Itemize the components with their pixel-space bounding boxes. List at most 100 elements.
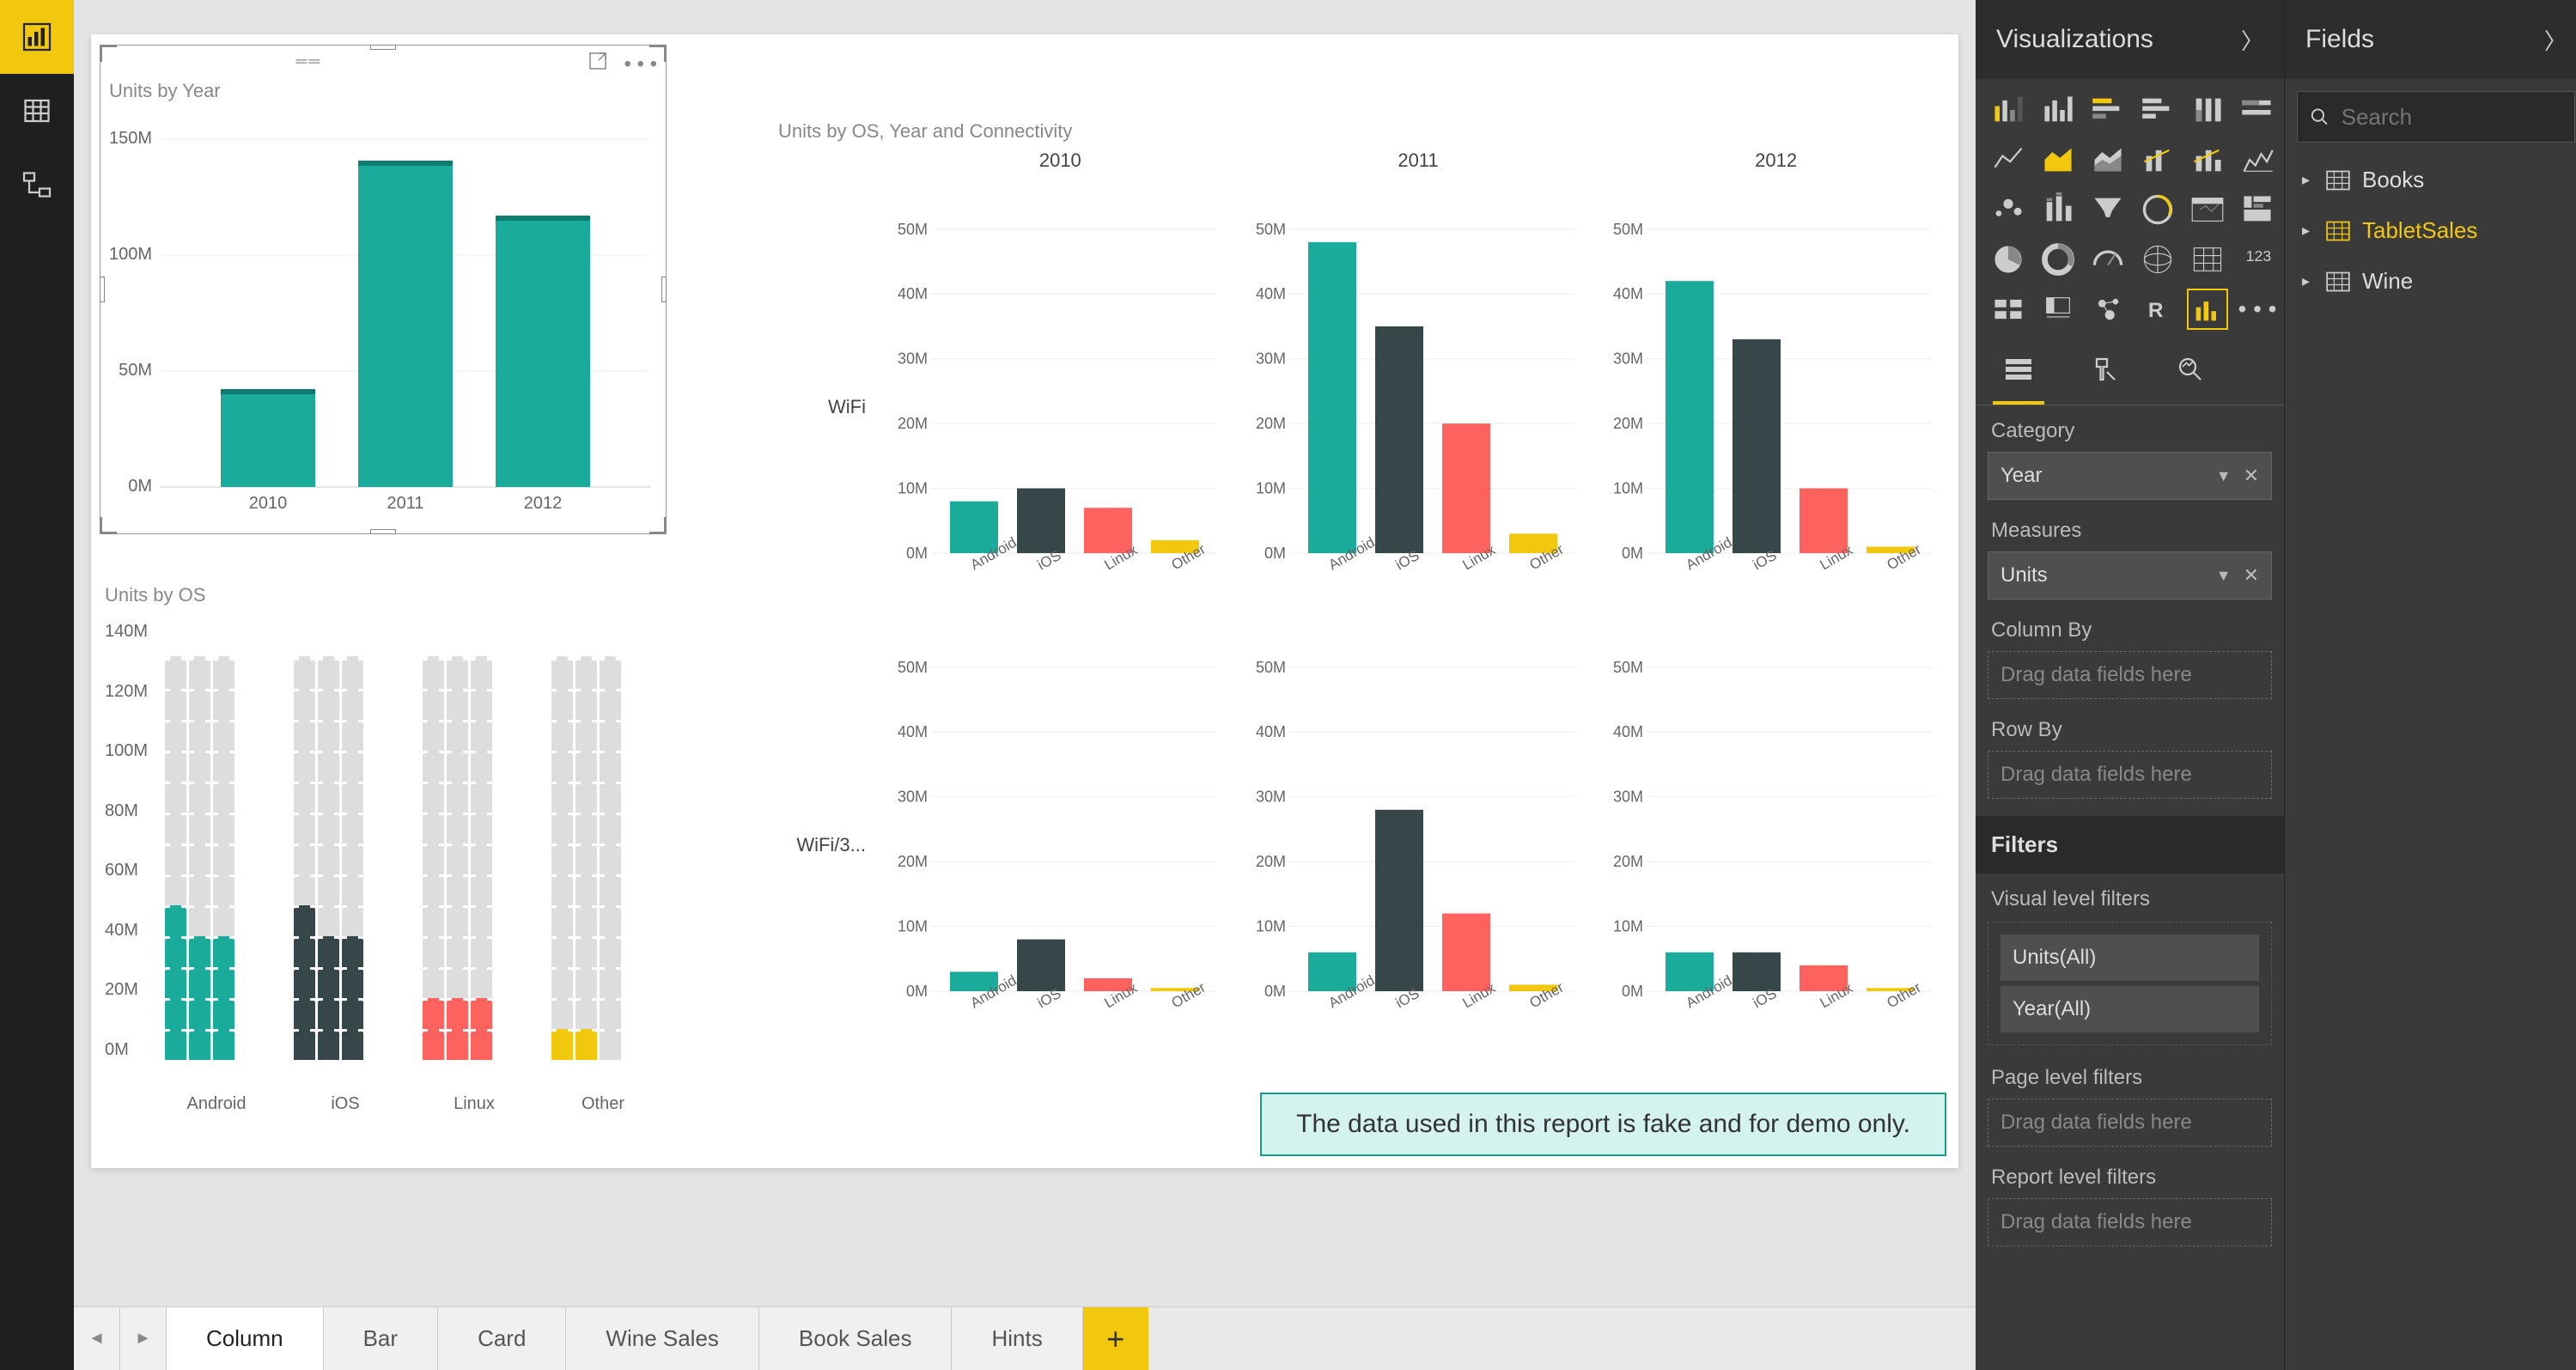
collapse-pane-icon[interactable]: 〉 bbox=[2241, 24, 2263, 56]
row-by-dropzone[interactable]: Drag data fields here bbox=[1988, 751, 2272, 799]
visual-filters-label: Visual level filters bbox=[1976, 874, 2284, 915]
report-filters-dropzone[interactable]: Drag data fields here bbox=[1988, 1198, 2272, 1246]
svg-text:123: 123 bbox=[2246, 247, 2272, 265]
page-tab[interactable]: Card bbox=[438, 1307, 566, 1370]
page-tab[interactable]: Book Sales bbox=[759, 1307, 953, 1370]
svg-text:20M: 20M bbox=[1613, 853, 1643, 870]
remove-field-icon[interactable]: ✕ bbox=[2244, 465, 2259, 487]
tab-next[interactable]: ► bbox=[120, 1307, 167, 1370]
tab-prev[interactable]: ◄ bbox=[74, 1307, 120, 1370]
format-tab[interactable] bbox=[2079, 342, 2130, 405]
svg-text:20M: 20M bbox=[898, 853, 928, 870]
chevron-down-icon[interactable]: ▼ bbox=[2216, 567, 2232, 585]
viz-type-button[interactable] bbox=[2237, 139, 2278, 180]
drag-handle-icon[interactable]: ══ bbox=[295, 52, 321, 70]
chevron-down-icon[interactable]: ▼ bbox=[2216, 467, 2232, 485]
table-item[interactable]: ▸ Books bbox=[2285, 155, 2576, 205]
filter-year[interactable]: Year(All) bbox=[2001, 986, 2259, 1032]
table-icon bbox=[2326, 221, 2350, 241]
svg-text:0M: 0M bbox=[1622, 983, 1643, 1000]
nav-model-view[interactable] bbox=[0, 148, 74, 222]
search-input[interactable] bbox=[2342, 104, 2562, 131]
viz-type-button[interactable] bbox=[2187, 239, 2228, 280]
fields-tab[interactable] bbox=[1993, 342, 2044, 405]
page-filters-dropzone[interactable]: Drag data fields here bbox=[1988, 1099, 2272, 1147]
viz-type-button[interactable] bbox=[2137, 139, 2178, 180]
viz-type-button[interactable] bbox=[2087, 189, 2128, 230]
page-tab[interactable]: Wine Sales bbox=[566, 1307, 759, 1370]
viz-type-button[interactable] bbox=[2087, 89, 2128, 131]
viz-type-button[interactable] bbox=[2087, 239, 2128, 280]
table-item[interactable]: ▸ TabletSales bbox=[2285, 205, 2576, 256]
viz-units-by-year[interactable]: ══ • • • Units by Year 0M 50M 100M 150M bbox=[100, 45, 667, 534]
collapse-pane-icon[interactable]: 〉 bbox=[2544, 24, 2567, 56]
measures-well[interactable]: Units▼✕ bbox=[1988, 551, 2272, 600]
expand-icon[interactable]: ▸ bbox=[2302, 171, 2314, 189]
viz-type-button[interactable] bbox=[1988, 239, 2029, 280]
disclaimer-textbox: The data used in this report is fake and… bbox=[1260, 1093, 1946, 1156]
svg-text:40M: 40M bbox=[898, 285, 928, 302]
svg-text:2011: 2011 bbox=[387, 494, 423, 513]
expand-icon[interactable]: ▸ bbox=[2302, 272, 2314, 290]
page-tab[interactable]: Column bbox=[167, 1307, 324, 1370]
viz-type-button[interactable] bbox=[2087, 139, 2128, 180]
filter-units[interactable]: Units(All) bbox=[2001, 935, 2259, 981]
viz-type-button[interactable] bbox=[2237, 89, 2278, 131]
viz-type-button[interactable] bbox=[2037, 289, 2079, 330]
page-tab[interactable]: Hints bbox=[952, 1307, 1082, 1370]
viz-units-by-os[interactable]: Units by OS 0M 20M 40M 60M 80M 100M 120M… bbox=[105, 584, 758, 1134]
svg-text:40M: 40M bbox=[1613, 285, 1643, 302]
focus-mode-icon[interactable] bbox=[588, 51, 608, 77]
svg-text:30M: 30M bbox=[1613, 789, 1643, 806]
viz-type-button[interactable] bbox=[2037, 89, 2079, 131]
viz-type-button[interactable] bbox=[2087, 289, 2128, 330]
viz-type-button[interactable] bbox=[2037, 189, 2079, 230]
svg-text:0M: 0M bbox=[128, 477, 152, 496]
viz-type-button[interactable] bbox=[2187, 89, 2228, 131]
svg-text:100M: 100M bbox=[109, 245, 152, 264]
add-page-button[interactable]: + bbox=[1083, 1307, 1148, 1370]
viz-type-button[interactable]: R bbox=[2137, 289, 2178, 330]
svg-text:Other: Other bbox=[1169, 979, 1209, 1012]
remove-field-icon[interactable]: ✕ bbox=[2244, 564, 2259, 587]
pane-title: Fields bbox=[2305, 25, 2374, 54]
svg-text:20M: 20M bbox=[1613, 415, 1643, 432]
viz-type-button[interactable] bbox=[1988, 189, 2029, 230]
viz-type-button[interactable] bbox=[2137, 239, 2178, 280]
svg-text:Other: Other bbox=[1885, 541, 1925, 574]
page-tab[interactable]: Bar bbox=[324, 1307, 438, 1370]
viz-type-button[interactable] bbox=[2037, 239, 2079, 280]
viz-type-button[interactable]: • • • bbox=[2237, 289, 2278, 330]
viz-units-by-os-year-connectivity[interactable]: Units by OS, Year and Connectivity 20102… bbox=[778, 120, 1946, 1082]
viz-type-button[interactable] bbox=[1988, 89, 2029, 131]
facet-row-header: WiFi bbox=[778, 192, 873, 622]
nav-report-view[interactable] bbox=[0, 0, 74, 74]
column-by-dropzone[interactable]: Drag data fields here bbox=[1988, 651, 2272, 699]
viz-type-button[interactable]: 123 bbox=[2237, 239, 2278, 280]
svg-text:20M: 20M bbox=[898, 415, 928, 432]
viz-type-button[interactable] bbox=[2187, 139, 2228, 180]
table-icon bbox=[2326, 170, 2350, 191]
expand-icon[interactable]: ▸ bbox=[2302, 222, 2314, 240]
more-options-icon[interactable]: • • • bbox=[624, 52, 657, 76]
svg-text:50M: 50M bbox=[1613, 659, 1643, 676]
viz-type-button[interactable] bbox=[2137, 89, 2178, 131]
analytics-tab[interactable] bbox=[2165, 342, 2216, 405]
viz-type-button[interactable] bbox=[1988, 139, 2029, 180]
viz-type-button[interactable] bbox=[2187, 189, 2228, 230]
nav-data-view[interactable] bbox=[0, 74, 74, 148]
category-well[interactable]: Year▼✕ bbox=[1988, 452, 2272, 500]
viz-type-button[interactable] bbox=[2187, 289, 2228, 330]
chart-title: Units by Year bbox=[109, 80, 657, 102]
fields-search[interactable] bbox=[2297, 91, 2575, 143]
viz-type-button[interactable] bbox=[2137, 189, 2178, 230]
viz-type-button[interactable] bbox=[1988, 289, 2029, 330]
table-item[interactable]: ▸ Wine bbox=[2285, 256, 2576, 307]
viz-type-button[interactable] bbox=[2037, 139, 2079, 180]
viz-type-button[interactable] bbox=[2237, 189, 2278, 230]
report-page[interactable]: ══ • • • Units by Year 0M 50M 100M 150M bbox=[91, 34, 1958, 1168]
svg-text:Other: Other bbox=[1526, 979, 1567, 1012]
svg-text:30M: 30M bbox=[898, 350, 928, 368]
filters-header: Filters bbox=[1976, 816, 2284, 874]
svg-text:50M: 50M bbox=[1256, 221, 1286, 238]
